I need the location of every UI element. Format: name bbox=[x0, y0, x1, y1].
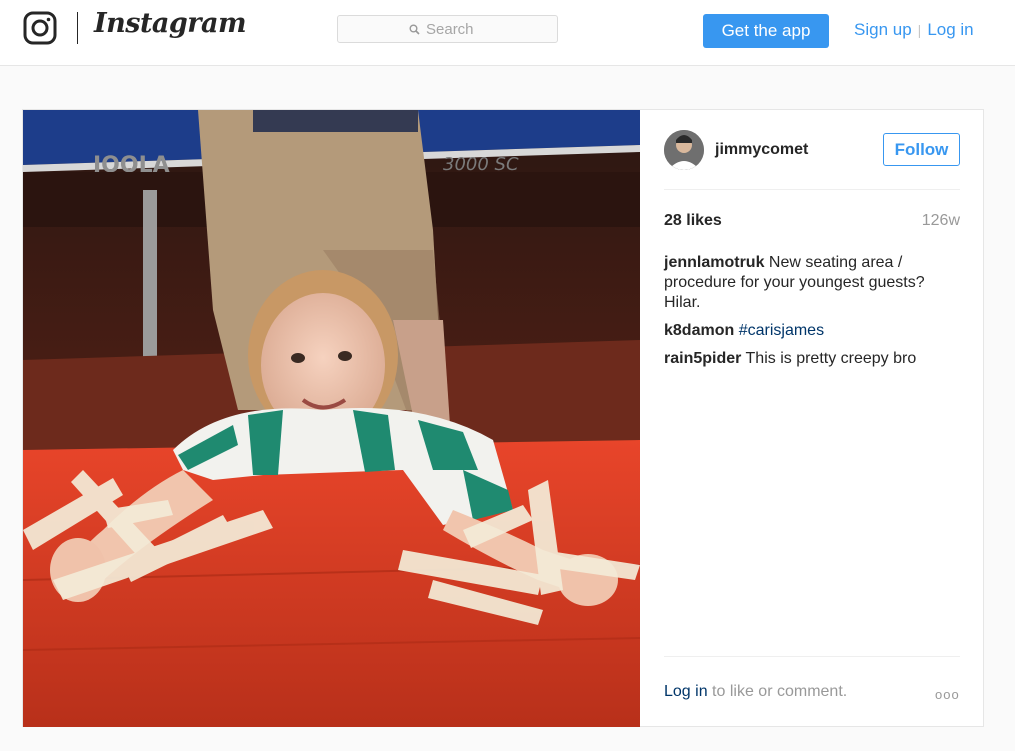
likes-count[interactable]: 28 likes bbox=[664, 212, 722, 230]
comment-item: rain5pider This is pretty creepy bro bbox=[664, 349, 960, 369]
post-photo[interactable]: JOOLA 3000 SC bbox=[23, 110, 640, 727]
divider-top bbox=[664, 189, 960, 190]
more-options-icon[interactable]: ooo bbox=[935, 687, 960, 702]
auth-separator: | bbox=[917, 22, 922, 38]
post-username[interactable]: jimmycomet bbox=[715, 141, 808, 159]
top-nav-bar: Instagram Get the app Sign up | Log in bbox=[0, 0, 1015, 66]
instagram-wordmark[interactable]: Instagram bbox=[94, 8, 247, 39]
table-model-text: 3000 SC bbox=[443, 154, 519, 175]
search-icon bbox=[409, 24, 420, 35]
post-card: JOOLA 3000 SC jimmycomet Follow 28 likes… bbox=[22, 109, 984, 727]
login-prompt-text: to like or comment. bbox=[712, 683, 848, 700]
get-the-app-button[interactable]: Get the app bbox=[703, 14, 829, 48]
hashtag-link[interactable]: #carisjames bbox=[739, 322, 824, 339]
brand-divider bbox=[77, 12, 78, 44]
post-details-panel: jimmycomet Follow 28 likes 126w jennlamo… bbox=[640, 110, 984, 726]
search-input[interactable] bbox=[426, 20, 486, 38]
comments-list: jennlamotruk New seating area / procedur… bbox=[664, 253, 960, 377]
user-avatar[interactable] bbox=[664, 130, 704, 170]
comment-username[interactable]: k8damon bbox=[664, 322, 734, 339]
sign-up-link[interactable]: Sign up bbox=[854, 20, 912, 39]
comment-text: This is pretty creepy bro bbox=[745, 350, 917, 367]
avatar-image bbox=[664, 130, 704, 170]
photo-illustration: JOOLA 3000 SC bbox=[23, 110, 640, 727]
instagram-glyph-icon[interactable] bbox=[23, 11, 57, 45]
divider-bottom bbox=[664, 656, 960, 657]
login-prompt: Log in to like or comment. bbox=[664, 683, 847, 701]
comment-username[interactable]: jennlamotruk bbox=[664, 254, 764, 271]
log-in-link[interactable]: Log in bbox=[927, 20, 973, 39]
auth-links: Sign up | Log in bbox=[854, 20, 974, 40]
comment-username[interactable]: rain5pider bbox=[664, 350, 741, 367]
follow-button[interactable]: Follow bbox=[883, 133, 960, 166]
comment-item: k8damon #carisjames bbox=[664, 321, 960, 341]
login-to-comment-link[interactable]: Log in bbox=[664, 683, 708, 700]
post-age[interactable]: 126w bbox=[922, 212, 960, 230]
comment-item: jennlamotruk New seating area / procedur… bbox=[664, 253, 960, 313]
search-box[interactable] bbox=[337, 15, 558, 43]
